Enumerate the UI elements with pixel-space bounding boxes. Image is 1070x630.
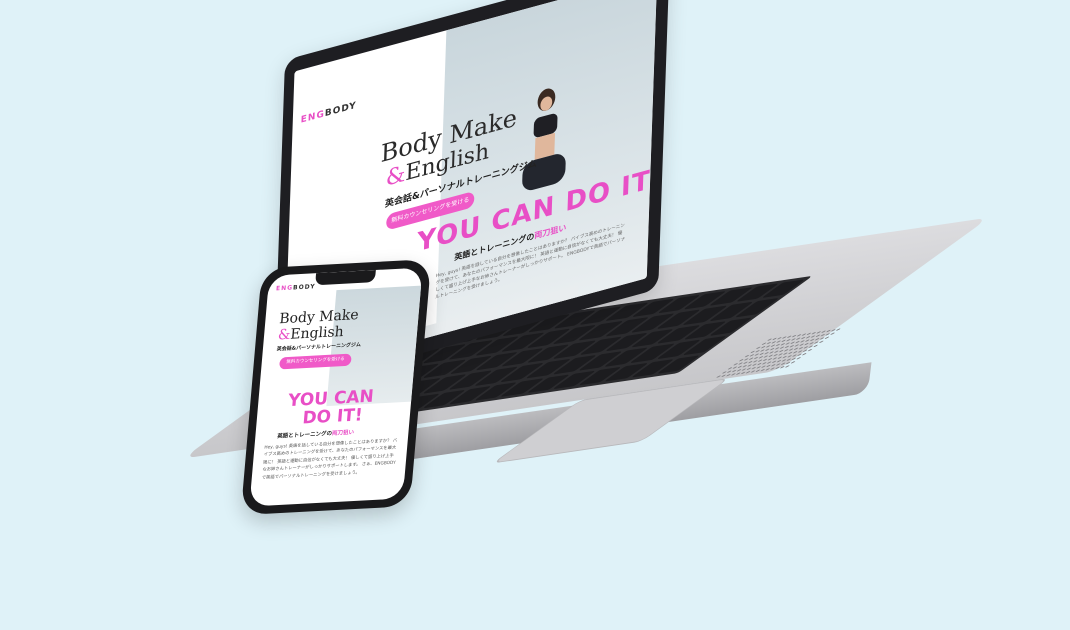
phone-notch xyxy=(315,269,376,286)
phone-section-heading: 英語とトレーニングの両刀狙い xyxy=(276,429,355,440)
site-logo[interactable]: ENGBODY xyxy=(301,101,357,126)
phone-headline-line2: DO IT! xyxy=(301,405,364,429)
device-mockup-scene: ENGBODY Body Make &English 英会話&パーソナルトレーニ… xyxy=(0,0,1070,630)
smartphone: ENGBODY Body Make &English 英会話&パーソナルトレーニ… xyxy=(240,259,432,516)
phone-site-logo[interactable]: ENGBODY xyxy=(276,283,316,292)
phone-screen: ENGBODY Body Make &English 英会話&パーソナルトレーニ… xyxy=(249,267,423,507)
phone-intro-text: Hey, guys! 英語を話している自分を想像したことはありますか？ バイブス… xyxy=(261,438,398,481)
